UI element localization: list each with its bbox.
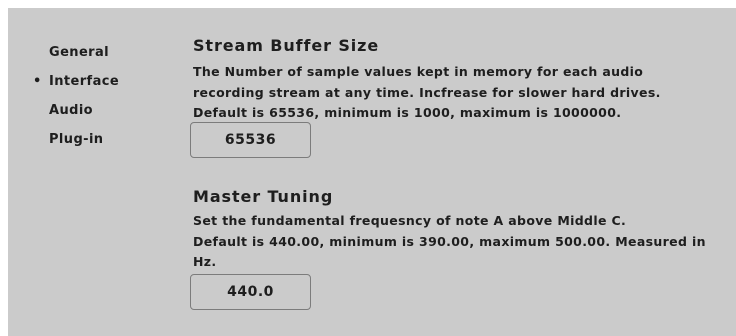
description-line: The Number of sample values kept in memo… [193,64,644,79]
active-bullet-icon: • [33,74,42,89]
description-line: Hz. [193,254,217,269]
preferences-panel: General • Interface Audio Plug-in Stream… [8,8,736,336]
description-line: Set the fundamental frequesncy of note A… [193,213,627,228]
description-line: Default is 65536, minimum is 1000, maxim… [193,105,622,120]
preferences-sidebar: General • Interface Audio Plug-in [8,38,178,154]
stream-buffer-size-title: Stream Buffer Size [193,36,380,55]
sidebar-item-interface[interactable]: • Interface [8,67,178,96]
sidebar-item-audio[interactable]: Audio [8,96,178,125]
master-tuning-description: Set the fundamental frequesncy of note A… [193,211,713,273]
sidebar-item-label: Interface [49,74,120,89]
master-tuning-input[interactable]: 440.0 [190,274,311,310]
sidebar-item-general[interactable]: General [8,38,178,67]
sidebar-item-label: General [49,45,109,60]
sidebar-item-plug-in[interactable]: Plug-in [8,125,178,154]
stream-buffer-size-input[interactable]: 65536 [190,122,311,158]
description-line: recording stream at any time. Incfrease … [193,84,661,100]
stream-buffer-size-description: The Number of sample values kept in memo… [193,62,713,124]
master-tuning-title: Master Tuning [193,187,334,206]
sidebar-item-label: Audio [49,103,94,118]
description-line: Default is 440.00, minimum is 390.00, ma… [193,233,706,249]
sidebar-item-label: Plug-in [49,132,104,147]
